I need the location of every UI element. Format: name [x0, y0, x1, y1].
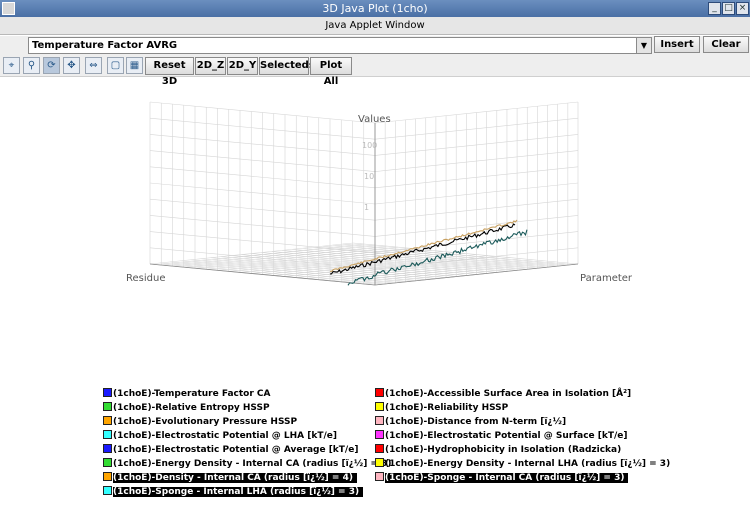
- scale-icon[interactable]: ⇔: [85, 57, 102, 74]
- legend-label: (1choE)-Energy Density - Internal CA (ra…: [113, 459, 392, 469]
- legend-label: (1choE)-Temperature Factor CA: [113, 389, 271, 399]
- minimize-icon[interactable]: _: [708, 2, 721, 15]
- legend-item[interactable]: (1choE)-Sponge - Internal LHA (radius [ï…: [103, 486, 373, 498]
- parameter-selector-row: Temperature Factor AVRG ▼ Insert Clear: [0, 36, 750, 55]
- selecteds-button[interactable]: Selecteds: [259, 57, 315, 75]
- legend-label: (1choE)-Accessible Surface Area in Isola…: [385, 389, 632, 399]
- applet-window-bar: Java Applet Window: [0, 17, 750, 35]
- legend-label: (1choE)-Electrostatic Potential @ Surfac…: [385, 431, 628, 441]
- legend-label: (1choE)-Sponge - Internal CA (radius [ï¿…: [385, 473, 629, 483]
- tick-label: 10: [364, 172, 374, 181]
- axis-label-values: Values: [358, 114, 391, 125]
- legend-item[interactable]: (1choE)-Relative Entropy HSSP: [103, 402, 270, 414]
- legend-swatch: [103, 416, 112, 425]
- legend-swatch: [375, 472, 384, 481]
- zoom-icon[interactable]: ⚲: [23, 57, 40, 74]
- window-title: 3D Java Plot (1cho): [322, 2, 428, 15]
- grid-line: [352, 261, 556, 284]
- legend-item[interactable]: (1choE)-Energy Density - Internal LHA (r…: [375, 458, 670, 470]
- 2d-z-button[interactable]: 2D_Z: [195, 57, 226, 75]
- legend-label: (1choE)-Hydrophobicity in Isolation (Rad…: [385, 445, 622, 455]
- legend-item[interactable]: (1choE)-Electrostatic Potential @ Surfac…: [375, 430, 628, 442]
- plot-all-button[interactable]: Plot All: [310, 57, 352, 87]
- legend-item[interactable]: (1choE)-Sponge - Internal CA (radius [ï¿…: [375, 472, 645, 484]
- legend: (1choE)-Temperature Factor CA (1choE)-Acc…: [0, 388, 750, 508]
- tick-label: 1: [364, 203, 369, 212]
- legend-swatch: [103, 388, 112, 397]
- legend-label: (1choE)-Reliability HSSP: [385, 403, 509, 413]
- 2d-y-button[interactable]: 2D_Y: [227, 57, 258, 75]
- app-icon: [2, 2, 15, 15]
- legend-swatch: [375, 416, 384, 425]
- legend-item[interactable]: (1choE)-Reliability HSSP: [375, 402, 508, 414]
- clear-button[interactable]: Clear: [703, 36, 749, 53]
- legend-swatch: [375, 402, 384, 411]
- rotate-icon[interactable]: ⟳: [43, 57, 60, 74]
- legend-label: (1choE)-Sponge - Internal LHA (radius [ï…: [113, 487, 364, 497]
- axis-label-parameter: Parameter: [580, 273, 633, 284]
- legend-label: (1choE)-Electrostatic Potential @ Averag…: [113, 445, 359, 455]
- parameter-combo-value: Temperature Factor AVRG: [32, 40, 178, 51]
- grid-line: [296, 256, 500, 278]
- legend-swatch: [375, 458, 384, 467]
- chevron-down-icon[interactable]: ▼: [636, 38, 651, 53]
- legend-item[interactable]: (1choE)-Electrostatic Potential @ LHA [k…: [103, 430, 337, 442]
- legend-item[interactable]: (1choE)-Temperature Factor CA: [103, 388, 271, 400]
- legend-item[interactable]: (1choE)-Distance from N-term [ï¿½]: [375, 416, 566, 428]
- plot-toolbar: ⌖ ⚲ ⟳ ✥ ⇔ ▢ ▦ Reset 3D 2D_Z 2D_Y Selecte…: [0, 55, 750, 87]
- legend-swatch: [375, 388, 384, 397]
- applet-window-label: Java Applet Window: [325, 20, 425, 31]
- legend-swatch: [375, 444, 384, 453]
- legend-swatch: [103, 486, 112, 495]
- plot-grid: [149, 101, 579, 286]
- legend-swatch: [103, 402, 112, 411]
- legend-label: (1choE)-Relative Entropy HSSP: [113, 403, 270, 413]
- legend-label: (1choE)-Electrostatic Potential @ LHA [k…: [113, 431, 337, 441]
- legend-item[interactable]: (1choE)-Electrostatic Potential @ Averag…: [103, 444, 358, 456]
- legend-swatch: [103, 444, 112, 453]
- grid-line: [363, 262, 567, 285]
- legend-item[interactable]: (1choE)-Density - Internal CA (radius [ï…: [103, 472, 373, 484]
- legend-swatch: [103, 472, 112, 481]
- close-icon[interactable]: ×: [736, 2, 749, 15]
- legend-item[interactable]: (1choE)-Energy Density - Internal CA (ra…: [103, 458, 392, 470]
- legend-swatch: [103, 458, 112, 467]
- 3d-plot[interactable]: Values Residue Parameter 100 10 1: [0, 78, 750, 388]
- legend-item[interactable]: (1choE)-Evolutionary Pressure HSSP: [103, 416, 297, 428]
- legend-swatch: [103, 430, 112, 439]
- reset-3d-button[interactable]: Reset 3D: [145, 57, 194, 87]
- legend-label: (1choE)-Evolutionary Pressure HSSP: [113, 417, 298, 427]
- legend-swatch: [375, 430, 384, 439]
- legend-item[interactable]: (1choE)-Hydrophobicity in Isolation (Rad…: [375, 444, 621, 456]
- grid-line: [307, 257, 511, 279]
- translate-icon[interactable]: ✥: [63, 57, 80, 74]
- box-icon[interactable]: ▢: [107, 57, 124, 74]
- legend-label: (1choE)-Distance from N-term [ï¿½]: [385, 417, 567, 427]
- zoom-select-icon[interactable]: ⌖: [3, 57, 20, 74]
- grid-icon[interactable]: ▦: [126, 57, 143, 74]
- legend-item[interactable]: (1choE)-Accessible Surface Area in Isola…: [375, 388, 631, 400]
- legend-label: (1choE)-Energy Density - Internal LHA (r…: [385, 459, 671, 469]
- maximize-icon[interactable]: □: [722, 2, 735, 15]
- legend-label: (1choE)-Density - Internal CA (radius [ï…: [113, 473, 357, 483]
- insert-button[interactable]: Insert: [654, 36, 700, 53]
- window-titlebar: 3D Java Plot (1cho) _ □ ×: [0, 0, 750, 17]
- axis-label-residue: Residue: [126, 273, 165, 284]
- plot-canvas[interactable]: Values Residue Parameter 100 10 1: [0, 78, 750, 388]
- parameter-combo[interactable]: Temperature Factor AVRG ▼: [28, 37, 652, 54]
- tick-label: 100: [362, 141, 377, 150]
